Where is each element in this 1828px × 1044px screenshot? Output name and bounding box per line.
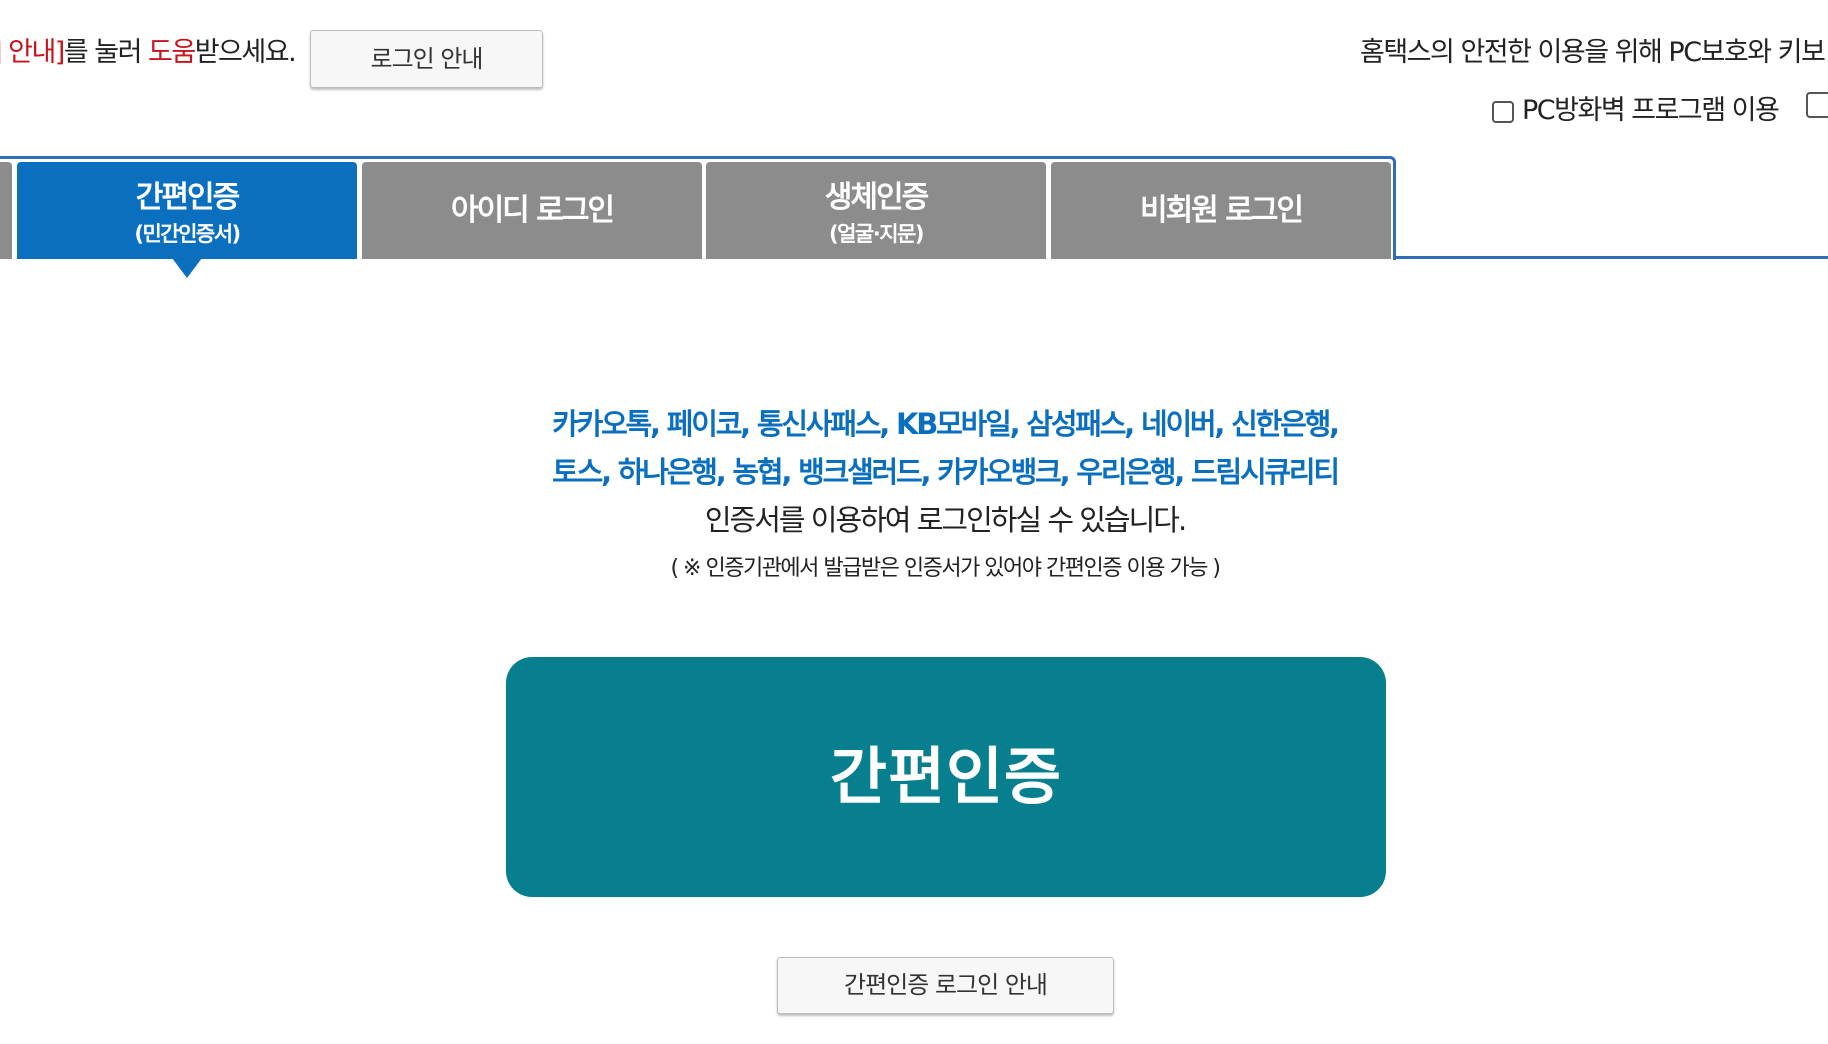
tab-label: 아이디 로그인	[450, 193, 615, 228]
help-link-text: ] 안내]	[0, 37, 65, 68]
provider-list-line-2: 토스, 하나은행, 농협, 뱅크샐러드, 카카오뱅크, 우리은행, 드림시큐리티	[552, 455, 1340, 489]
help-middle-text: 를 눌러	[63, 37, 149, 68]
simple-auth-button[interactable]: 간편인증	[506, 657, 1386, 897]
provider-list: 카카오톡, 페이코, 통신사패스, KB모바일, 삼성패스, 네이버, 신한은행…	[0, 400, 1828, 496]
tab-id-login[interactable]: 아이디 로그인	[362, 162, 702, 259]
simple-auth-guide-button[interactable]: 간편인증 로그인 안내	[777, 957, 1114, 1014]
firewall-checkbox[interactable]	[1492, 101, 1514, 123]
security-notice: 홈택스의 안전한 이용을 위해 PC보호와 키보	[1360, 37, 1826, 68]
provider-list-line-1: 카카오톡, 페이코, 통신사패스, KB모바일, 삼성패스, 네이버, 신한은행…	[552, 407, 1340, 441]
help-suffix-text: 받으세요.	[194, 37, 297, 68]
active-tab-pointer	[172, 258, 202, 278]
tab-label: 간편인증	[135, 180, 240, 215]
help-text: ] 안내]를 눌러 도움받으세요.	[0, 30, 297, 69]
firewall-option[interactable]: PC방화벽 프로그램 이용	[1492, 88, 1780, 127]
help-red-word: 도움	[148, 37, 196, 68]
tabs-underline	[1393, 256, 1828, 259]
note-text: ( ※ 인증기관에서 발급받은 인증서가 있어야 간편인증 이용 가능 )	[670, 556, 1221, 581]
keyboard-security-checkbox[interactable]	[1806, 92, 1828, 118]
tab-sublabel: (민간인증서)	[134, 222, 241, 246]
firewall-label: PC방화벽 프로그램 이용	[1522, 95, 1780, 126]
tab-biometric-auth[interactable]: 생체인증 (얼굴·지문)	[706, 162, 1046, 259]
description-text: 인증서를 이용하여 로그인하실 수 있습니다.	[704, 503, 1187, 537]
tab-hidden-left[interactable]	[0, 162, 12, 259]
tab-simple-auth[interactable]: 간편인증 (민간인증서)	[17, 162, 357, 259]
tab-label: 비회원 로그인	[1139, 193, 1304, 228]
hometax-login-page: ] 안내]를 눌러 도움받으세요. 로그인 안내 홈택스의 안전한 이용을 위해…	[0, 0, 1828, 1044]
tab-label: 생체인증	[824, 180, 929, 215]
login-guide-button[interactable]: 로그인 안내	[310, 30, 543, 88]
tab-guest-login[interactable]: 비회원 로그인	[1051, 162, 1391, 259]
tab-sublabel: (얼굴·지문)	[829, 222, 924, 246]
